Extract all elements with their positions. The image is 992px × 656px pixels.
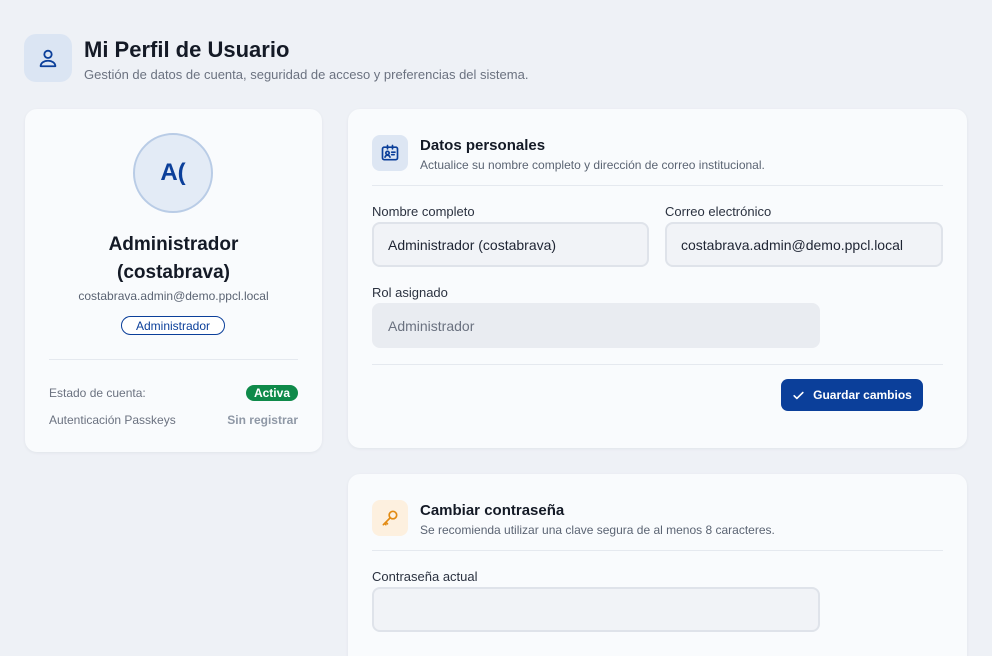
- divider: [49, 359, 298, 360]
- full-name-label: Nombre completo: [372, 204, 475, 219]
- passkeys-value: Sin registrar: [227, 413, 298, 427]
- divider: [372, 550, 943, 551]
- current-password-field[interactable]: [372, 587, 820, 632]
- section-title: Cambiar contraseña: [420, 502, 565, 519]
- save-button-label: Guardar cambios: [813, 388, 912, 402]
- email-label: Correo electrónico: [665, 204, 772, 219]
- personal-data-header: Datos personales Actualice su nombre com…: [372, 135, 765, 172]
- status-badge: Activa: [245, 385, 298, 401]
- personal-data-card: Datos personales Actualice su nombre com…: [348, 109, 967, 448]
- check-icon: [793, 391, 804, 399]
- email-field[interactable]: [665, 222, 943, 267]
- account-status-label: Estado de cuenta:: [49, 386, 146, 400]
- current-password-label: Contraseña actual: [372, 569, 478, 584]
- page-header: Mi Perfil de Usuario Gestión de datos de…: [24, 34, 528, 82]
- change-password-header: Cambiar contraseña Se recomienda utiliza…: [372, 500, 775, 537]
- passkeys-label: Autenticación Passkeys: [49, 413, 176, 427]
- role-field: [372, 303, 820, 348]
- divider: [372, 185, 943, 186]
- section-description: Se recomienda utilizar una clave segura …: [420, 523, 775, 537]
- change-password-card: Cambiar contraseña Se recomienda utiliza…: [348, 474, 967, 656]
- role-badge: Administrador: [121, 316, 225, 335]
- id-card-icon: [372, 135, 408, 171]
- page-title: Mi Perfil de Usuario: [84, 37, 290, 62]
- profile-email: costabrava.admin@demo.ppcl.local: [78, 289, 269, 303]
- profile-summary-card: A( Administrador (costabrava) costabrava…: [25, 109, 322, 452]
- section-title: Datos personales: [420, 137, 546, 154]
- passkeys-row: Autenticación Passkeys Sin registrar: [49, 413, 298, 427]
- page-subtitle: Gestión de datos de cuenta, seguridad de…: [84, 67, 529, 82]
- divider: [372, 364, 943, 365]
- save-button[interactable]: Guardar cambios: [781, 379, 923, 411]
- section-description: Actualice su nombre completo y dirección…: [420, 158, 765, 172]
- profile-name: Administrador (costabrava): [108, 234, 239, 283]
- user-icon: [24, 34, 72, 82]
- full-name-field[interactable]: [372, 222, 649, 267]
- key-icon: [372, 500, 408, 536]
- account-status-row: Estado de cuenta: Activa: [49, 385, 298, 401]
- avatar: A(: [133, 133, 213, 213]
- role-label: Rol asignado: [372, 285, 448, 300]
